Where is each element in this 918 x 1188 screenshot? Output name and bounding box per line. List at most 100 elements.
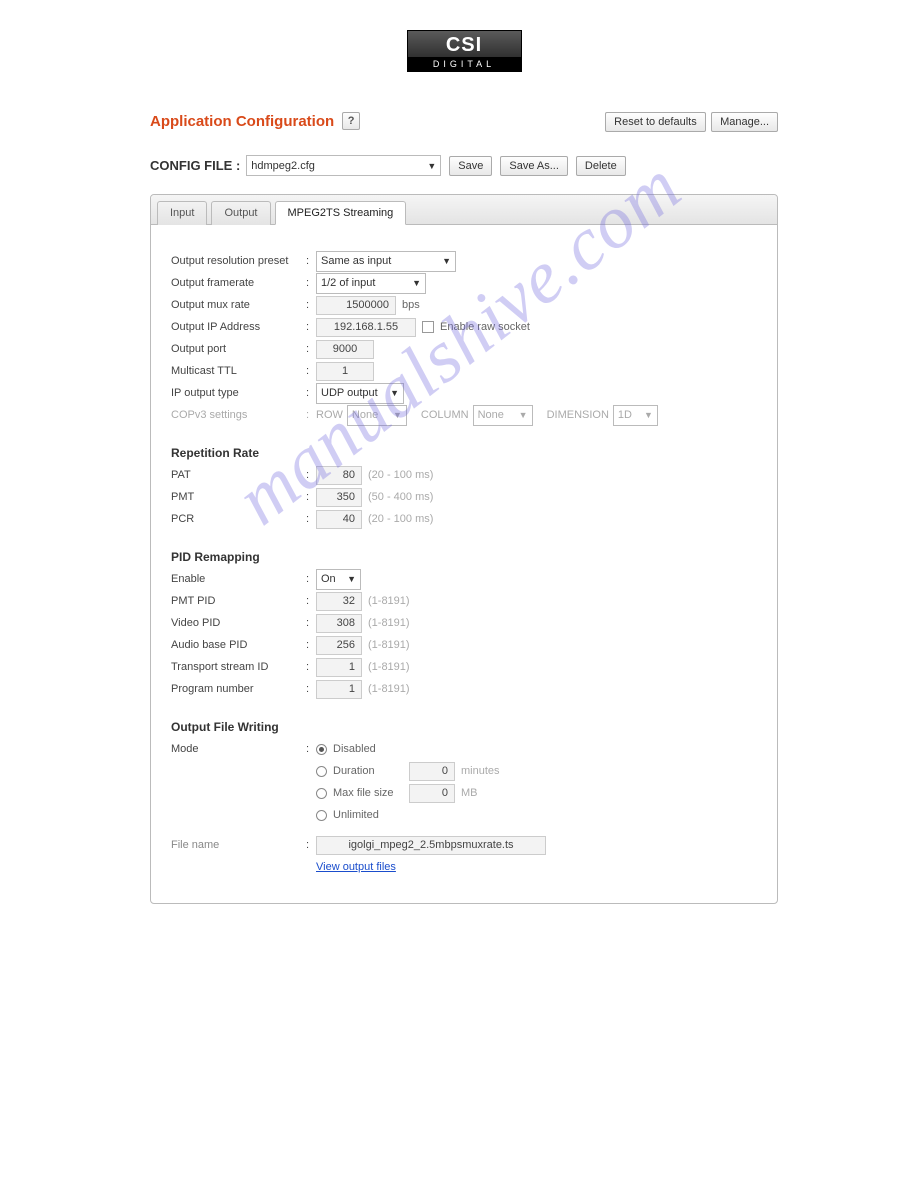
output-framerate-label: Output framerate [171, 277, 306, 289]
output-ip-label: Output IP Address [171, 321, 306, 333]
chevron-down-icon: ▼ [412, 278, 421, 288]
logo-top: CSI [408, 31, 521, 57]
enable-raw-socket-label: Enable raw socket [440, 321, 530, 333]
pmt-rep-hint: (50 - 400 ms) [368, 491, 433, 503]
pmt-pid-input[interactable] [316, 592, 362, 611]
colon: : [306, 839, 316, 851]
logo-bottom: DIGITAL [408, 57, 521, 71]
colon: : [306, 661, 316, 673]
pmt-rep-label: PMT [171, 491, 306, 503]
config-file-select[interactable]: hdmpeg2.cfg ▼ [246, 155, 441, 176]
mode-disabled-radio[interactable] [316, 744, 327, 755]
mode-maxsize-radio[interactable] [316, 788, 327, 799]
pid-enable-select[interactable]: On ▼ [316, 569, 361, 590]
reset-defaults-button[interactable]: Reset to defaults [605, 112, 706, 132]
cop-dimension-label: DIMENSION [547, 409, 609, 421]
output-muxrate-label: Output mux rate [171, 299, 306, 311]
filename-input[interactable] [316, 836, 546, 855]
colon: : [306, 617, 316, 629]
mode-duration-label: Duration [333, 765, 403, 777]
video-pid-hint: (1-8191) [368, 617, 410, 629]
brand-logo: CSI DIGITAL [407, 30, 522, 72]
page-title: Application Configuration ? [150, 112, 360, 130]
colon: : [306, 743, 316, 755]
pcr-input[interactable] [316, 510, 362, 529]
colon: : [306, 491, 316, 503]
chevron-down-icon: ▼ [393, 410, 402, 420]
chevron-down-icon: ▼ [390, 388, 399, 398]
enable-raw-socket-checkbox[interactable] [422, 321, 434, 333]
filename-label: File name [171, 839, 306, 851]
ip-output-type-select[interactable]: UDP output ▼ [316, 383, 404, 404]
cop-dimension-value: 1D [618, 409, 632, 421]
view-output-files-link[interactable]: View output files [316, 861, 396, 873]
pmt-rep-input[interactable] [316, 488, 362, 507]
pmt-pid-hint: (1-8191) [368, 595, 410, 607]
tsid-input[interactable] [316, 658, 362, 677]
mode-unlimited-radio[interactable] [316, 810, 327, 821]
mode-maxsize-label: Max file size [333, 787, 403, 799]
colon: : [306, 321, 316, 333]
mode-unlimited-label: Unlimited [333, 809, 379, 821]
mode-label: Mode [171, 743, 306, 755]
chevron-down-icon: ▼ [519, 410, 528, 420]
ip-output-type-label: IP output type [171, 387, 306, 399]
colon: : [306, 387, 316, 399]
colon: : [306, 343, 316, 355]
duration-input[interactable] [409, 762, 455, 781]
audio-pid-input[interactable] [316, 636, 362, 655]
repetition-rate-heading: Repetition Rate [171, 446, 757, 460]
chevron-down-icon: ▼ [347, 574, 356, 584]
colon: : [306, 299, 316, 311]
tab-output[interactable]: Output [211, 201, 270, 225]
pid-enable-label: Enable [171, 573, 306, 585]
cop-dimension-select[interactable]: 1D ▼ [613, 405, 658, 426]
tsid-label: Transport stream ID [171, 661, 306, 673]
page-title-text: Application Configuration [150, 113, 334, 130]
program-number-input[interactable] [316, 680, 362, 699]
manage-button[interactable]: Manage... [711, 112, 778, 132]
mode-disabled-label: Disabled [333, 743, 376, 755]
maxsize-unit: MB [461, 787, 478, 799]
tsid-hint: (1-8191) [368, 661, 410, 673]
multicast-ttl-input[interactable] [316, 362, 374, 381]
colon: : [306, 365, 316, 377]
cop-row-select[interactable]: None ▼ [347, 405, 407, 426]
output-ip-input[interactable] [316, 318, 416, 337]
delete-button[interactable]: Delete [576, 156, 626, 176]
pat-label: PAT [171, 469, 306, 481]
video-pid-input[interactable] [316, 614, 362, 633]
cop-column-select[interactable]: None ▼ [473, 405, 533, 426]
output-resolution-value: Same as input [321, 255, 391, 267]
ip-output-type-value: UDP output [321, 387, 378, 399]
pat-input[interactable] [316, 466, 362, 485]
settings-panel: Input Output MPEG2TS Streaming Output re… [150, 194, 778, 904]
output-file-writing-heading: Output File Writing [171, 720, 757, 734]
duration-unit: minutes [461, 765, 500, 777]
audio-pid-label: Audio base PID [171, 639, 306, 651]
chevron-down-icon: ▼ [442, 256, 451, 266]
tab-mpeg2ts[interactable]: MPEG2TS Streaming [275, 201, 407, 225]
pmt-pid-label: PMT PID [171, 595, 306, 607]
output-muxrate-input[interactable] [316, 296, 396, 315]
tab-input[interactable]: Input [157, 201, 207, 225]
tabstrip: Input Output MPEG2TS Streaming [151, 195, 777, 225]
colon: : [306, 595, 316, 607]
help-button[interactable]: ? [342, 112, 360, 130]
output-port-input[interactable] [316, 340, 374, 359]
mode-duration-radio[interactable] [316, 766, 327, 777]
output-framerate-select[interactable]: 1/2 of input ▼ [316, 273, 426, 294]
save-as-button[interactable]: Save As... [500, 156, 568, 176]
config-file-label: CONFIG FILE : [150, 158, 240, 173]
maxsize-input[interactable] [409, 784, 455, 803]
colon: : [306, 255, 316, 267]
colon: : [306, 573, 316, 585]
save-button[interactable]: Save [449, 156, 492, 176]
colon: : [306, 469, 316, 481]
multicast-ttl-label: Multicast TTL [171, 365, 306, 377]
output-resolution-select[interactable]: Same as input ▼ [316, 251, 456, 272]
chevron-down-icon: ▼ [644, 410, 653, 420]
output-port-label: Output port [171, 343, 306, 355]
config-file-value: hdmpeg2.cfg [251, 160, 315, 172]
pat-hint: (20 - 100 ms) [368, 469, 433, 481]
